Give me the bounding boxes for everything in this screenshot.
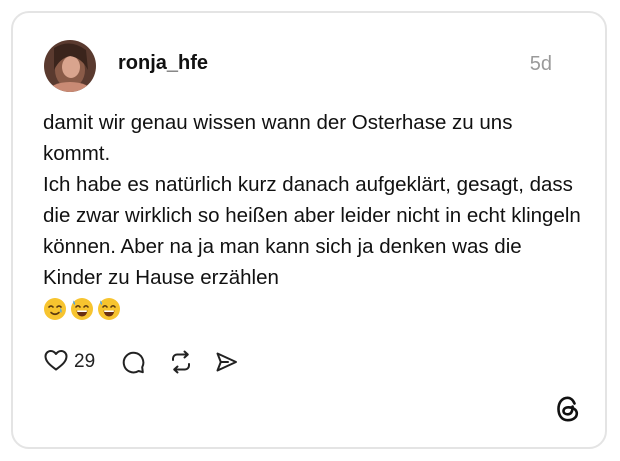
avatar[interactable] xyxy=(44,40,96,92)
post-text-line: damit wir genau wissen wann der Osterhas… xyxy=(43,111,513,165)
post-text-line: Ich habe es natürlich kurz danach aufgek… xyxy=(43,173,581,289)
threads-logo-icon xyxy=(555,395,581,423)
post-text: damit wir genau wissen wann der Osterhas… xyxy=(43,107,583,330)
share-icon[interactable] xyxy=(214,350,239,374)
post-card[interactable]: ronja_hfe 5d damit wir genau wissen wann… xyxy=(11,11,607,449)
grinning-face-with-sweat-icon xyxy=(70,297,94,330)
heart-icon[interactable] xyxy=(43,348,69,377)
username[interactable]: ronja_hfe xyxy=(118,52,208,75)
post-time: 5d xyxy=(529,53,552,75)
like-button[interactable]: 29 xyxy=(43,348,95,377)
smiling-face-with-tear-icon xyxy=(43,297,67,330)
action-bar: 29 xyxy=(43,348,239,376)
grinning-face-with-sweat-icon xyxy=(97,297,121,330)
like-count: 29 xyxy=(74,351,96,372)
comment-icon[interactable] xyxy=(121,350,146,375)
repost-icon[interactable] xyxy=(168,349,194,375)
emoji-row xyxy=(43,297,583,330)
